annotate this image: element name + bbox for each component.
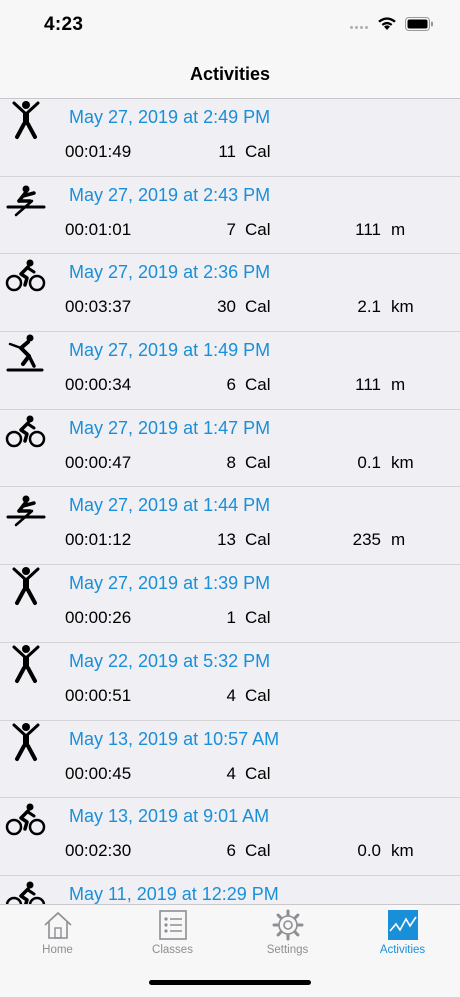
activity-distance-unit: m [391,219,406,239]
activity-date: May 13, 2019 at 9:01 AM [69,806,270,827]
activity-duration: 00:00:34 [65,375,132,395]
activity-duration: 00:00:51 [65,685,132,705]
activity-row[interactable]: May 13, 2019 at 9:01 AM 00:02:30 6 Cal 0.0 km [0,798,460,876]
cycling-icon [4,798,48,842]
activity-duration: 00:00:26 [65,608,132,628]
activity-calories-unit: Cal [245,297,271,317]
activity-calories: 30 [217,297,236,317]
battery-icon [405,16,433,31]
tab-label: Settings [266,944,309,956]
status-time: 4:23 [44,14,84,35]
page-title: Activities [189,64,271,84]
tab-label: Classes [152,944,193,956]
activity-calories: 11 [218,142,236,161]
activity-distance: 111 [355,375,381,395]
activity-row[interactable]: May 27, 2019 at 2:43 PM 00:01:01 7 Cal 111 m [0,177,460,255]
activity-calories-unit: Cal [245,219,271,239]
activity-distance-unit: km [391,841,414,861]
tab-home[interactable]: Home [0,905,115,965]
activity-distance: 0.1 [357,452,381,472]
activity-calories-unit: Cal [245,530,271,550]
activity-distance: 111 [355,219,381,239]
activity-list[interactable]: May 27, 2019 at 2:49 PM 00:01:49 11 Cal May … [0,99,460,904]
activity-row[interactable]: May 27, 2019 at 1:39 PM 00:00:26 1 Cal [0,565,460,643]
home-icon [42,909,74,941]
cycling-icon [4,254,48,298]
activity-distance-unit: m [391,375,406,395]
tab-label: Home [42,944,73,956]
tab-classes[interactable]: Classes [115,905,230,965]
activity-date: May 27, 2019 at 1:44 PM [69,495,271,516]
activity-row[interactable]: May 22, 2019 at 5:32 PM 00:00:51 4 Cal [0,643,460,721]
activity-calories: 7 [226,219,236,239]
activity-duration: 00:02:30 [65,841,132,861]
activity-date: May 27, 2019 at 1:47 PM [69,417,271,438]
jumping-jack-icon [4,643,48,687]
activity-chart-icon [387,909,419,941]
signal-icon [350,25,368,29]
activity-calories-unit: Cal [245,142,271,161]
activity-distance: 235 [352,530,381,550]
activity-distance-unit: km [391,452,414,472]
jumping-jack-icon [4,565,48,609]
activity-calories-unit: Cal [245,608,271,628]
rowing-icon [4,487,48,531]
activity-duration: 00:03:37 [65,297,132,317]
activity-duration: 00:01:01 [65,219,132,239]
activity-calories-unit: Cal [245,763,271,783]
activity-duration: 00:00:45 [65,763,132,783]
activity-calories-unit: Cal [245,841,271,861]
activity-distance-unit: km [391,297,414,317]
activity-calories: 8 [226,452,236,472]
activity-calories: 6 [226,375,236,395]
list-icon [157,909,189,941]
gear-icon [272,909,304,941]
activity-row[interactable]: May 27, 2019 at 1:44 PM 00:01:12 13 Cal 235 m [0,487,460,566]
activity-row[interactable]: May 13, 2019 at 10:57 AM 00:00:45 4 Cal [0,721,460,799]
activity-row[interactable]: May 27, 2019 at 1:49 PM 00:00:34 6 Cal 111 m [0,332,460,410]
activity-duration: 00:00:47 [65,452,132,472]
activity-row[interactable]: May 27, 2019 at 2:49 PM 00:01:49 11 Cal [0,99,460,177]
activity-calories: 1 [226,608,236,628]
rowing-icon [4,177,48,221]
tab-activities[interactable]: Activities [345,905,460,965]
activity-date: May 27, 2019 at 2:49 PM [69,107,271,127]
status-bar: 4:23 [0,0,460,50]
skiing-icon [4,332,48,376]
activity-calories: 6 [226,841,236,861]
activity-date: May 27, 2019 at 2:36 PM [69,262,271,283]
activity-distance: 0.0 [357,841,381,861]
activity-distance: 2.1 [357,297,381,317]
status-icons [349,16,434,31]
activity-duration: 00:01:49 [65,142,132,161]
activity-calories-unit: Cal [245,452,271,472]
activity-date: May 22, 2019 at 5:32 PM [69,650,271,671]
navigation-bar: Activities [0,50,460,99]
activity-row[interactable]: May 27, 2019 at 1:47 PM 00:00:47 8 Cal 0.1 km [0,410,460,488]
activity-calories: 4 [226,763,236,783]
tab-label: Activities [379,944,426,956]
activity-calories: 4 [226,685,236,705]
activity-date: May 11, 2019 at 12:29 PM [69,883,279,904]
activity-date: May 27, 2019 at 1:39 PM [69,573,271,594]
tab-settings[interactable]: Settings [230,905,345,965]
activity-duration: 00:01:12 [65,530,132,550]
activity-row[interactable]: May 27, 2019 at 2:36 PM 00:03:37 30 Cal 2.1 k… [0,254,460,333]
activity-calories-unit: Cal [245,375,271,395]
activity-date: May 13, 2019 at 10:57 AM [69,728,280,749]
activity-calories: 13 [217,530,236,550]
jumping-jack-icon [4,99,48,143]
activity-date: May 27, 2019 at 1:49 PM [69,340,271,361]
jumping-jack-icon [4,721,48,765]
activity-row[interactable]: May 11, 2019 at 12:29 PM [0,876,460,904]
home-indicator [149,980,311,985]
cycling-icon [4,876,48,904]
activity-calories-unit: Cal [245,685,271,705]
cycling-icon [4,410,48,454]
wifi-icon [378,17,396,30]
activity-distance-unit: m [391,530,406,550]
activity-date: May 27, 2019 at 2:43 PM [69,184,271,205]
